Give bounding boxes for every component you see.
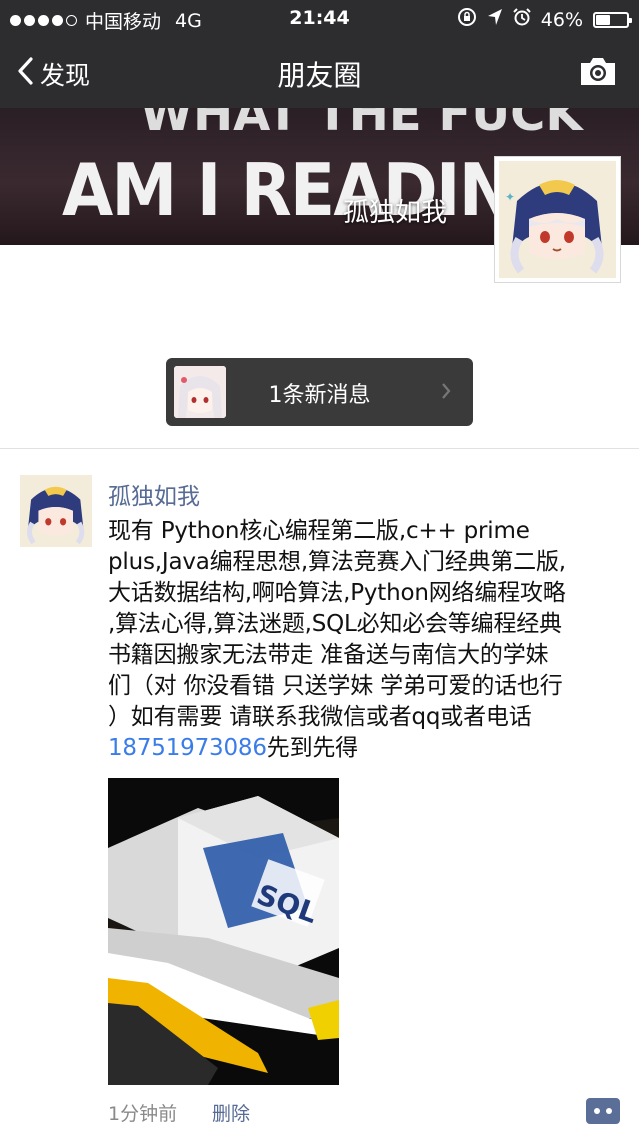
post-text-line: 大话数据结构,啊哈算法,Python网络编程攻略 bbox=[108, 580, 566, 606]
camera-button[interactable] bbox=[579, 55, 617, 91]
new-message-label: 1条新消息 bbox=[268, 383, 371, 408]
profile-name: 孤独如我 bbox=[343, 198, 448, 228]
comment-button[interactable] bbox=[586, 1098, 620, 1128]
battery-percent: 46% bbox=[540, 8, 583, 31]
battery-icon bbox=[593, 11, 632, 28]
top-bar: 中国移动 4G 21:44 46% 发现 朋友圈 bbox=[0, 0, 639, 108]
comment-icon bbox=[586, 1098, 620, 1128]
post-text: 现有 Python核心编程第二版,c++ prime plus,Java编程思想… bbox=[108, 516, 628, 764]
cover-text-top: WHAT THE FUCK bbox=[140, 108, 583, 142]
post-time: 1分钟前 bbox=[108, 1103, 178, 1125]
post-text-line: ,算法心得,算法迷题,SQL必知必会等编程经典 bbox=[108, 611, 562, 637]
camera-icon bbox=[579, 58, 617, 91]
post-text-line: 书籍因搬家无法带走 准备送与南信大的学妹 bbox=[108, 642, 549, 668]
post-author-avatar[interactable] bbox=[20, 475, 92, 547]
post-text-last-line: 18751973086先到先得 bbox=[108, 733, 628, 764]
delete-button[interactable]: 删除 bbox=[212, 1099, 250, 1126]
alarm-icon bbox=[513, 8, 531, 31]
phone-number-link[interactable]: 18751973086 bbox=[108, 735, 267, 761]
post-text-line: ）如有需要 请联系我微信或者qq或者电话 bbox=[108, 704, 532, 730]
cover-text-main: AM I READING bbox=[62, 148, 567, 232]
divider bbox=[0, 448, 639, 449]
location-arrow-icon bbox=[487, 8, 503, 31]
post-photo[interactable]: SQL bbox=[108, 778, 339, 1085]
post-text-line: 现有 Python核心编程第二版,c++ prime bbox=[108, 518, 530, 544]
post-text-tail: 先到先得 bbox=[266, 735, 358, 761]
nav-bar: 发现 朋友圈 bbox=[0, 36, 639, 108]
lock-rotation-icon bbox=[457, 7, 477, 32]
page-title: 朋友圈 bbox=[277, 59, 362, 92]
chevron-right-icon bbox=[441, 382, 451, 404]
post-text-line: plus,Java编程思想,算法竞赛入门经典第二版, bbox=[108, 549, 566, 575]
profile-avatar[interactable]: ✦ bbox=[494, 156, 621, 283]
post-text-line: 们（对 你没看错 只送学妹 学弟可爱的话也行 bbox=[108, 673, 563, 699]
svg-text:✦: ✦ bbox=[505, 190, 515, 204]
post-author-name[interactable]: 孤独如我 bbox=[108, 477, 200, 511]
status-bar: 中国移动 4G 21:44 46% bbox=[0, 0, 639, 36]
new-message-button[interactable]: 1条新消息 bbox=[166, 358, 473, 426]
